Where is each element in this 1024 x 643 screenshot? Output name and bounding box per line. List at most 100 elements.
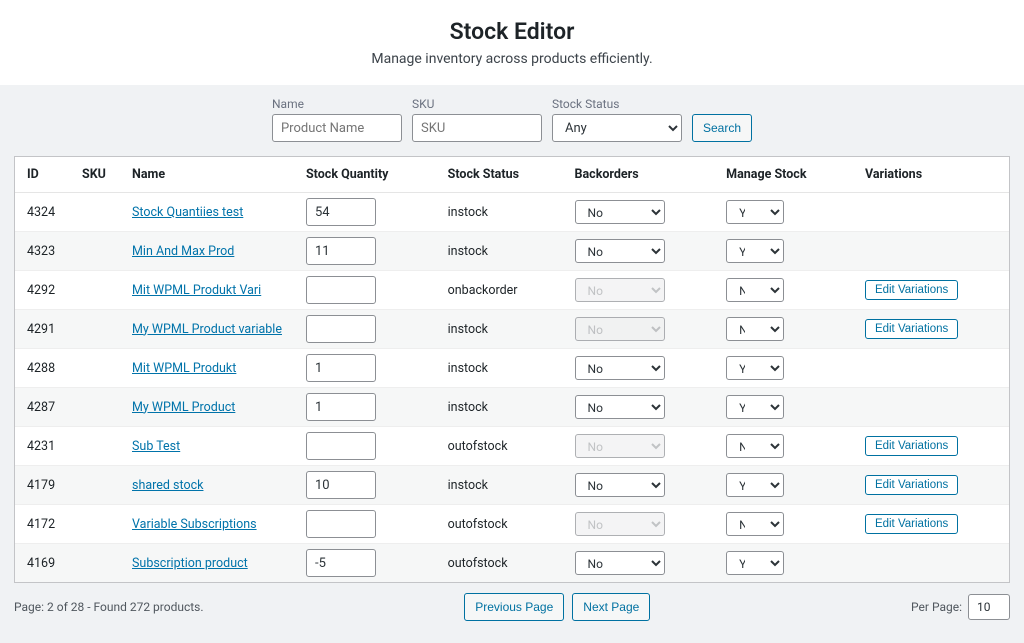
stock-table-wrap: ID SKU Name Stock Quantity Stock Status …: [14, 156, 1010, 583]
manage-stock-select[interactable]: Yes: [726, 395, 784, 419]
filter-row: Name SKU Stock Status Any Search: [14, 97, 1010, 142]
prev-page-button[interactable]: Previous Page: [464, 593, 564, 621]
cell-sku: [70, 388, 120, 427]
cell-sku: [70, 232, 120, 271]
cell-variations: [853, 193, 1009, 232]
cell-status: onbackorder: [436, 271, 563, 310]
cell-name: My WPML Product: [120, 388, 294, 427]
cell-sku: [70, 349, 120, 388]
next-page-button[interactable]: Next Page: [572, 593, 650, 621]
page-subtitle: Manage inventory across products efficie…: [20, 51, 1004, 67]
backorders-select[interactable]: No: [575, 356, 665, 380]
cell-name: My WPML Product variable: [120, 310, 294, 349]
backorders-select[interactable]: No: [575, 473, 665, 497]
cell-manage: Yes: [714, 193, 853, 232]
manage-stock-select[interactable]: No: [726, 512, 784, 536]
cell-name: Mit WPML Produkt Vari: [120, 271, 294, 310]
cell-id: 4291: [15, 310, 70, 349]
cell-manage: No: [714, 505, 853, 544]
search-button[interactable]: Search: [692, 114, 752, 142]
qty-input[interactable]: [306, 432, 376, 460]
per-page-input[interactable]: [968, 594, 1010, 620]
cell-manage: No: [714, 271, 853, 310]
qty-input[interactable]: [306, 471, 376, 499]
backorders-select[interactable]: No: [575, 239, 665, 263]
manage-stock-select[interactable]: Yes: [726, 239, 784, 263]
cell-backorders: No: [563, 466, 715, 505]
th-sku: SKU: [70, 157, 120, 193]
cell-sku: [70, 271, 120, 310]
backorders-select[interactable]: No: [575, 434, 665, 458]
cell-name: shared stock: [120, 466, 294, 505]
cell-manage: Yes: [714, 349, 853, 388]
sku-input[interactable]: [412, 114, 542, 142]
th-qty: Stock Quantity: [294, 157, 436, 193]
backorders-select[interactable]: No: [575, 512, 665, 536]
product-name-link[interactable]: shared stock: [132, 478, 203, 493]
table-row: 4287My WPML ProductinstockNoYes: [15, 388, 1009, 427]
cell-status: outofstock: [436, 427, 563, 466]
edit-variations-button[interactable]: Edit Variations: [865, 475, 958, 495]
manage-stock-select[interactable]: Yes: [726, 200, 784, 224]
cell-backorders: No: [563, 427, 715, 466]
cell-sku: [70, 310, 120, 349]
name-input[interactable]: [272, 114, 402, 142]
manage-stock-select[interactable]: No: [726, 278, 784, 302]
qty-input[interactable]: [306, 276, 376, 304]
product-name-link[interactable]: Variable Subscriptions: [132, 517, 257, 532]
manage-stock-select[interactable]: Yes: [726, 473, 784, 497]
cell-qty: [294, 505, 436, 544]
manage-stock-select[interactable]: No: [726, 317, 784, 341]
qty-input[interactable]: [306, 198, 376, 226]
cell-variations: Edit Variations: [853, 427, 1009, 466]
manage-stock-select[interactable]: Yes: [726, 356, 784, 380]
backorders-select[interactable]: No: [575, 317, 665, 341]
cell-name: Variable Subscriptions: [120, 505, 294, 544]
product-name-link[interactable]: My WPML Product variable: [132, 322, 282, 337]
product-name-link[interactable]: Stock Quantiies test: [132, 205, 243, 220]
backorders-select[interactable]: No: [575, 395, 665, 419]
cell-manage: Yes: [714, 544, 853, 583]
qty-input[interactable]: [306, 510, 376, 538]
cell-name: Min And Max Prod: [120, 232, 294, 271]
cell-manage: No: [714, 310, 853, 349]
table-row: 4169Subscription productoutofstockNoYes: [15, 544, 1009, 583]
manage-stock-select[interactable]: No: [726, 434, 784, 458]
edit-variations-button[interactable]: Edit Variations: [865, 436, 958, 456]
cell-name: Sub Test: [120, 427, 294, 466]
product-name-link[interactable]: Subscription product: [132, 556, 248, 571]
cell-variations: [853, 349, 1009, 388]
product-name-link[interactable]: Min And Max Prod: [132, 244, 234, 259]
qty-input[interactable]: [306, 393, 376, 421]
table-row: 4292Mit WPML Produkt VarionbackorderNoNo…: [15, 271, 1009, 310]
product-name-link[interactable]: Sub Test: [132, 439, 180, 454]
product-name-link[interactable]: Mit WPML Produkt: [132, 361, 236, 376]
cell-sku: [70, 544, 120, 583]
qty-input[interactable]: [306, 354, 376, 382]
table-row: 4172Variable SubscriptionsoutofstockNoNo…: [15, 505, 1009, 544]
cell-status: outofstock: [436, 544, 563, 583]
manage-stock-select[interactable]: Yes: [726, 551, 784, 575]
status-select[interactable]: Any: [552, 114, 682, 142]
edit-variations-button[interactable]: Edit Variations: [865, 319, 958, 339]
qty-input[interactable]: [306, 237, 376, 265]
backorders-select[interactable]: No: [575, 278, 665, 302]
cell-id: 4172: [15, 505, 70, 544]
table-row: 4323Min And Max ProdinstockNoYes: [15, 232, 1009, 271]
edit-variations-button[interactable]: Edit Variations: [865, 280, 958, 300]
table-row: 4291My WPML Product variableinstockNoNoE…: [15, 310, 1009, 349]
backorders-select[interactable]: No: [575, 551, 665, 575]
cell-sku: [70, 193, 120, 232]
product-name-link[interactable]: My WPML Product: [132, 400, 235, 415]
cell-status: instock: [436, 193, 563, 232]
qty-input[interactable]: [306, 315, 376, 343]
cell-id: 4231: [15, 427, 70, 466]
cell-variations: Edit Variations: [853, 271, 1009, 310]
product-name-link[interactable]: Mit WPML Produkt Vari: [132, 283, 261, 298]
cell-variations: [853, 544, 1009, 583]
th-name: Name: [120, 157, 294, 193]
qty-input[interactable]: [306, 549, 376, 577]
backorders-select[interactable]: No: [575, 200, 665, 224]
cell-qty: [294, 271, 436, 310]
edit-variations-button[interactable]: Edit Variations: [865, 514, 958, 534]
